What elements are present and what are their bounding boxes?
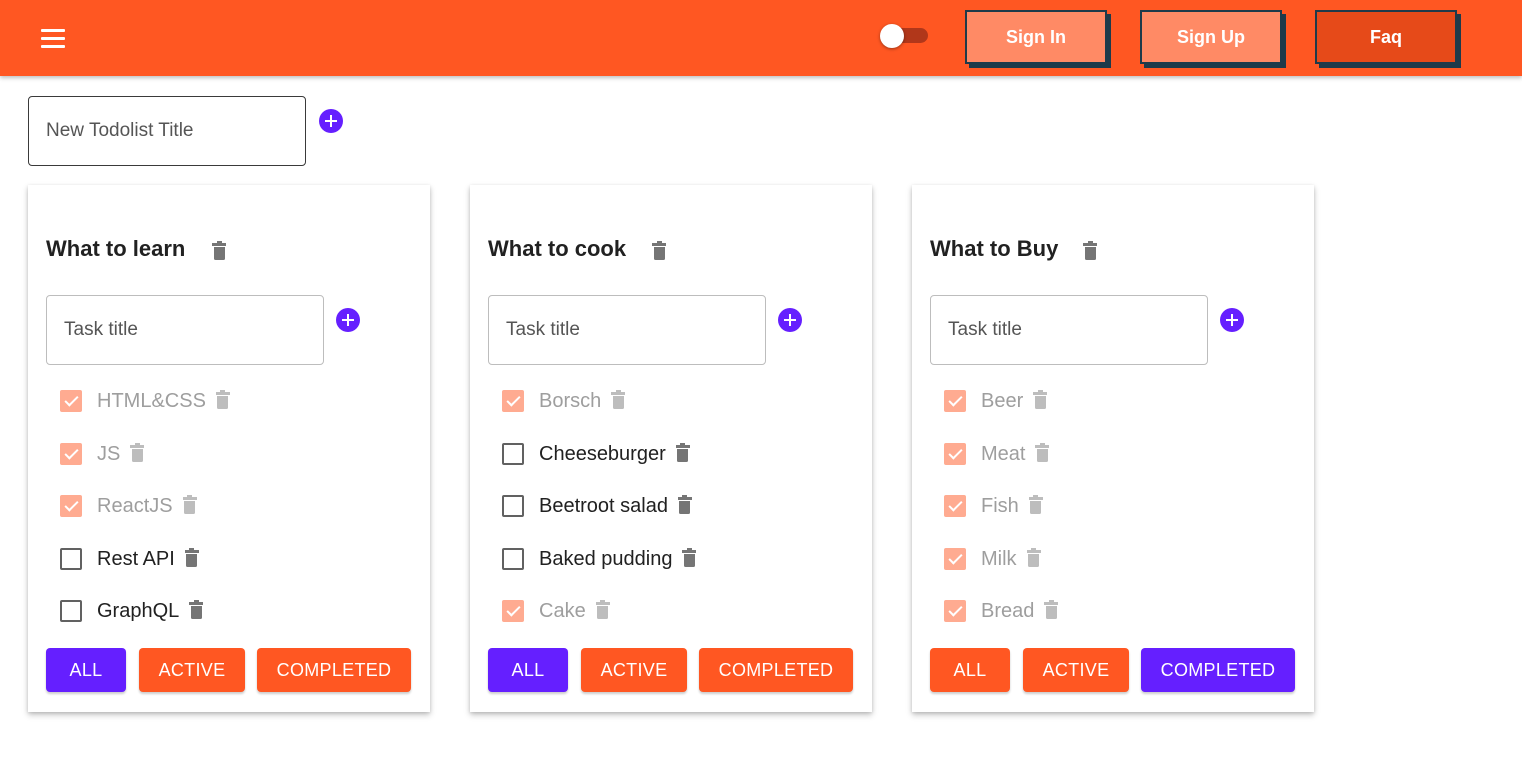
- filter-all-button[interactable]: ALL: [930, 648, 1010, 692]
- task-item: ReactJS: [60, 491, 197, 521]
- faq-button[interactable]: Faq: [1315, 10, 1457, 64]
- task-checkbox[interactable]: [60, 443, 82, 465]
- delete-task-icon[interactable]: [1033, 390, 1048, 409]
- task-label[interactable]: Fish: [981, 495, 1019, 518]
- task-label[interactable]: ReactJS: [97, 495, 173, 518]
- todolist-title: What to learn: [46, 236, 186, 261]
- delete-task-icon[interactable]: [1044, 600, 1059, 619]
- task-checkbox[interactable]: [60, 495, 82, 517]
- task-item: GraphQL: [60, 596, 204, 626]
- delete-task-icon[interactable]: [182, 495, 197, 514]
- task-label[interactable]: Borsch: [539, 390, 601, 413]
- menu-icon[interactable]: [36, 22, 70, 54]
- delete-task-icon[interactable]: [611, 390, 626, 409]
- filter-active-button[interactable]: ACTIVE: [139, 648, 245, 692]
- task-checkbox[interactable]: [60, 600, 82, 622]
- task-label[interactable]: Beetroot salad: [539, 495, 668, 518]
- sign-in-button[interactable]: Sign In: [965, 10, 1107, 64]
- task-label[interactable]: Milk: [981, 548, 1017, 571]
- task-checkbox[interactable]: [944, 548, 966, 570]
- task-label[interactable]: Beer: [981, 390, 1023, 413]
- delete-task-icon[interactable]: [189, 600, 204, 619]
- task-checkbox[interactable]: [502, 600, 524, 622]
- delete-todolist-icon[interactable]: [212, 241, 226, 260]
- filter-active-button[interactable]: ACTIVE: [581, 648, 687, 692]
- task-checkbox[interactable]: [944, 390, 966, 412]
- task-label[interactable]: Meat: [981, 443, 1025, 466]
- filter-completed-button[interactable]: COMPLETED: [1141, 648, 1295, 692]
- add-task-icon[interactable]: [778, 308, 802, 332]
- add-task-icon[interactable]: [336, 308, 360, 332]
- task-label[interactable]: Bread: [981, 600, 1034, 623]
- task-label[interactable]: GraphQL: [97, 600, 179, 623]
- delete-task-icon[interactable]: [130, 443, 145, 462]
- delete-task-icon[interactable]: [1026, 548, 1041, 567]
- task-label[interactable]: Rest API: [97, 548, 175, 571]
- task-checkbox[interactable]: [60, 548, 82, 570]
- theme-toggle[interactable]: [880, 24, 928, 48]
- delete-task-icon[interactable]: [1028, 495, 1043, 514]
- todolist-title: What to cook: [488, 236, 627, 261]
- delete-task-icon[interactable]: [184, 548, 199, 567]
- task-checkbox[interactable]: [944, 495, 966, 517]
- task-item: Rest API: [60, 544, 199, 574]
- task-item: Baked pudding: [502, 544, 697, 574]
- task-item: Cheeseburger: [502, 439, 690, 469]
- add-todolist-icon[interactable]: [319, 109, 343, 133]
- toggle-thumb[interactable]: [880, 24, 904, 48]
- task-item: Fish: [944, 491, 1043, 521]
- task-checkbox[interactable]: [502, 495, 524, 517]
- delete-task-icon[interactable]: [682, 548, 697, 567]
- task-checkbox[interactable]: [944, 443, 966, 465]
- task-label[interactable]: HTML&CSS: [97, 390, 206, 413]
- delete-task-icon[interactable]: [1035, 443, 1050, 462]
- filter-all-button[interactable]: ALL: [46, 648, 126, 692]
- task-checkbox[interactable]: [944, 600, 966, 622]
- app-bar: Sign In Sign Up Faq: [0, 0, 1522, 76]
- filter-completed-button[interactable]: COMPLETED: [699, 648, 853, 692]
- delete-task-icon[interactable]: [215, 390, 230, 409]
- task-checkbox[interactable]: [60, 390, 82, 412]
- sign-up-button[interactable]: Sign Up: [1140, 10, 1282, 64]
- task-item: HTML&CSS: [60, 386, 230, 416]
- task-title-input[interactable]: [930, 295, 1208, 365]
- delete-todolist-icon[interactable]: [1083, 241, 1097, 260]
- task-checkbox[interactable]: [502, 390, 524, 412]
- filter-all-button[interactable]: ALL: [488, 648, 568, 692]
- todolist-title: What to Buy: [930, 236, 1059, 261]
- task-title-input[interactable]: [46, 295, 324, 365]
- task-label[interactable]: Cake: [539, 600, 586, 623]
- task-label[interactable]: Baked pudding: [539, 548, 672, 571]
- filter-active-button[interactable]: ACTIVE: [1023, 648, 1129, 692]
- delete-todolist-icon[interactable]: [652, 241, 666, 260]
- todolist-card: What to Buy Beer Meat Fish Milk Bread ALL ACTIV…: [912, 185, 1314, 712]
- filter-completed-button[interactable]: COMPLETED: [257, 648, 411, 692]
- delete-task-icon[interactable]: [677, 495, 692, 514]
- task-checkbox[interactable]: [502, 548, 524, 570]
- task-item: Milk: [944, 544, 1041, 574]
- task-checkbox[interactable]: [502, 443, 524, 465]
- task-label[interactable]: Cheeseburger: [539, 443, 666, 466]
- todolist-card: What to learn HTML&CSS JS ReactJS Rest API Gr…: [28, 185, 430, 712]
- task-title-input[interactable]: [488, 295, 766, 365]
- delete-task-icon[interactable]: [595, 600, 610, 619]
- task-item: Cake: [502, 596, 610, 626]
- task-item: JS: [60, 439, 145, 469]
- delete-task-icon[interactable]: [675, 443, 690, 462]
- task-item: Borsch: [502, 386, 626, 416]
- task-item: Beer: [944, 386, 1048, 416]
- task-label[interactable]: JS: [97, 443, 120, 466]
- new-todolist-title-input[interactable]: [28, 96, 306, 166]
- todolist-card: What to cook Borsch Cheeseburger Beetroot s…: [470, 185, 872, 712]
- add-task-icon[interactable]: [1220, 308, 1244, 332]
- task-item: Bread: [944, 596, 1059, 626]
- task-item: Beetroot salad: [502, 491, 692, 521]
- task-item: Meat: [944, 439, 1050, 469]
